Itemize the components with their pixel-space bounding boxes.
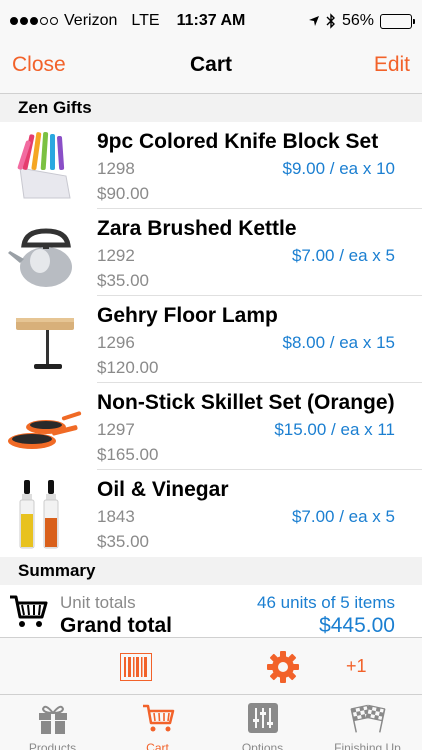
add-one-button[interactable]: +1	[346, 656, 367, 677]
item-total: $120.00	[97, 358, 159, 377]
checkered-flags-icon	[350, 704, 386, 733]
cart-item[interactable]: Gehry Floor Lamp 1296 $8.00 / ea x 15 $1…	[0, 296, 422, 383]
edit-button[interactable]: Edit	[374, 53, 410, 77]
bluetooth-icon	[326, 13, 335, 29]
lamp-icon	[16, 318, 74, 369]
cart-item[interactable]: Non-Stick Skillet Set (Orange) 1297 $15.…	[0, 383, 422, 470]
navigation-bar: Close Cart Edit	[0, 40, 422, 94]
tab-bar: Products Cart Options Finishing Up	[0, 694, 422, 750]
item-sku: 1298	[97, 159, 135, 178]
item-price: $9.00 / ea x 10	[282, 159, 395, 178]
item-sku: 1297	[97, 420, 135, 439]
gift-icon	[39, 705, 67, 734]
cart-item[interactable]: 9pc Colored Knife Block Set 1298 $9.00 /…	[0, 122, 422, 209]
skillet-icon	[8, 411, 82, 449]
item-name: Zara Brushed Kettle	[97, 217, 297, 240]
item-total: $35.00	[97, 271, 149, 290]
unit-totals-value: 46 units of 5 items	[257, 593, 395, 612]
item-name: 9pc Colored Knife Block Set	[97, 130, 379, 153]
item-total: $90.00	[97, 184, 149, 203]
item-price: $7.00 / ea x 5	[291, 246, 395, 265]
tab-label: Cart	[146, 741, 169, 750]
tab-options[interactable]: Options	[210, 695, 315, 750]
item-name: Non-Stick Skillet Set (Orange)	[97, 391, 395, 414]
cart-icon	[10, 595, 48, 627]
gear-icon[interactable]	[266, 650, 300, 684]
unit-totals-label: Unit totals	[60, 593, 136, 612]
grand-total-label: Grand total	[60, 614, 173, 637]
action-toolbar: +1	[0, 637, 422, 694]
tab-label: Finishing Up	[334, 741, 401, 750]
battery-percentage: 56%	[341, 12, 374, 29]
item-sku: 1843	[97, 507, 135, 526]
summary-row: Unit totals 46 units of 5 items Grand to…	[0, 585, 422, 637]
tab-label: Options	[241, 741, 284, 750]
item-price: $15.00 / ea x 11	[274, 420, 395, 439]
item-name: Gehry Floor Lamp	[97, 304, 278, 327]
summary-section-header: Summary	[0, 557, 422, 585]
grand-total-value: $445.00	[319, 614, 395, 637]
knife-block-icon	[17, 132, 71, 199]
item-name: Oil & Vinegar	[97, 478, 229, 501]
sliders-icon	[248, 703, 278, 733]
cart-icon	[143, 704, 175, 732]
tab-finishing-up[interactable]: Finishing Up	[315, 695, 420, 750]
oil-vinegar-icon	[19, 480, 59, 549]
item-total: $35.00	[97, 532, 149, 551]
kettle-icon	[8, 228, 72, 287]
cart-item[interactable]: Zara Brushed Kettle 1292 $7.00 / ea x 5 …	[0, 209, 422, 296]
page-title: Cart	[189, 53, 232, 76]
cart-item[interactable]: Oil & Vinegar 1843 $7.00 / ea x 5 $35.00	[0, 470, 422, 557]
status-right: 56%	[308, 12, 415, 30]
item-sku: 1292	[97, 246, 135, 265]
tab-products[interactable]: Products	[0, 695, 105, 750]
barcode-scan-icon[interactable]	[120, 653, 152, 681]
vendor-section-header: Zen Gifts	[0, 94, 422, 122]
battery-icon	[380, 13, 415, 29]
item-total: $165.00	[97, 445, 159, 464]
item-sku: 1296	[97, 333, 135, 352]
item-price: $7.00 / ea x 5	[291, 507, 395, 526]
tab-label: Products	[28, 741, 77, 750]
status-bar: Verizon LTE 11:37 AM 56%	[0, 0, 422, 40]
tab-cart[interactable]: Cart	[105, 695, 210, 750]
item-price: $8.00 / ea x 15	[282, 333, 395, 352]
location-arrow-icon	[308, 16, 319, 26]
